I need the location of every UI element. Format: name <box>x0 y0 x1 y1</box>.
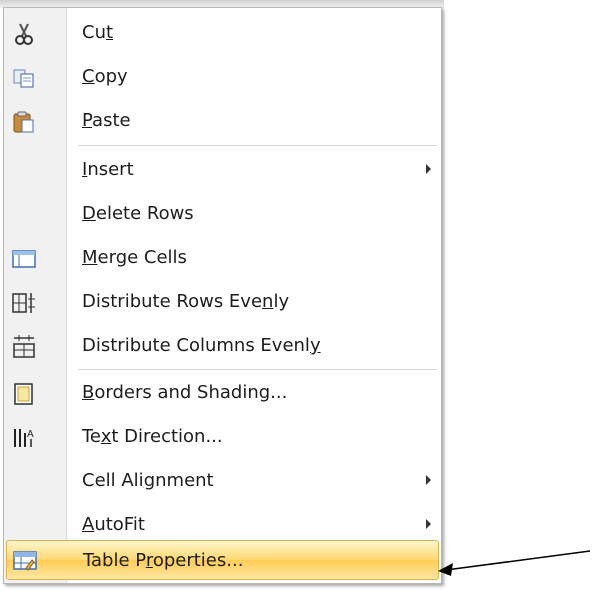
submenu-arrow-icon <box>426 475 431 485</box>
clipboard-icon <box>11 109 37 135</box>
distribute-rows-label: Distribute Rows Evenly <box>82 291 290 312</box>
borders-shading-label: Borders and Shading... <box>82 382 288 403</box>
submenu-arrow-icon <box>426 519 431 529</box>
distribute-columns-label: Distribute Columns Evenly <box>82 335 321 356</box>
paste-label: Paste <box>82 110 131 131</box>
distribute-columns-icon <box>11 334 37 360</box>
annotation-arrow-line <box>445 550 591 571</box>
cell-alignment-item[interactable]: Cell Alignment <box>6 459 439 503</box>
separator <box>78 369 437 370</box>
distribute-rows-icon <box>11 290 37 316</box>
insert-label: Insert <box>82 159 134 180</box>
borders-shading-item[interactable]: Borders and Shading... <box>6 371 439 415</box>
context-menu: Cut Copy Paste Insert Delete Rows Merge … <box>3 7 442 584</box>
distribute-rows-item[interactable]: Distribute Rows Evenly <box>6 280 439 324</box>
svg-text:A: A <box>27 429 34 440</box>
delete-rows-item[interactable]: Delete Rows <box>6 192 439 236</box>
merge-cells-item[interactable]: Merge Cells <box>6 236 439 280</box>
merge-cells-icon <box>11 246 37 272</box>
scissors-icon <box>11 21 37 47</box>
insert-item[interactable]: Insert <box>6 148 439 192</box>
copy-icon <box>11 65 37 91</box>
table-properties-icon <box>12 548 38 574</box>
table-properties-item[interactable]: Table Properties... <box>6 540 439 580</box>
cut-item[interactable]: Cut <box>6 11 439 55</box>
paste-item[interactable]: Paste <box>6 99 439 143</box>
submenu-arrow-icon <box>426 164 431 174</box>
text-direction-item[interactable]: A Text Direction... <box>6 415 439 459</box>
cut-label: Cut <box>82 22 114 43</box>
cell-alignment-label: Cell Alignment <box>82 470 214 491</box>
merge-cells-label: Merge Cells <box>82 247 187 268</box>
separator <box>78 145 437 146</box>
text-direction-label: Text Direction... <box>82 426 223 447</box>
distribute-columns-item[interactable]: Distribute Columns Evenly <box>6 324 439 368</box>
text-direction-icon: A <box>11 425 37 451</box>
copy-label: Copy <box>82 66 128 87</box>
copy-item[interactable]: Copy <box>6 55 439 99</box>
borders-icon <box>11 381 37 407</box>
table-properties-label: Table Properties... <box>83 550 244 571</box>
delete-rows-label: Delete Rows <box>82 203 194 224</box>
